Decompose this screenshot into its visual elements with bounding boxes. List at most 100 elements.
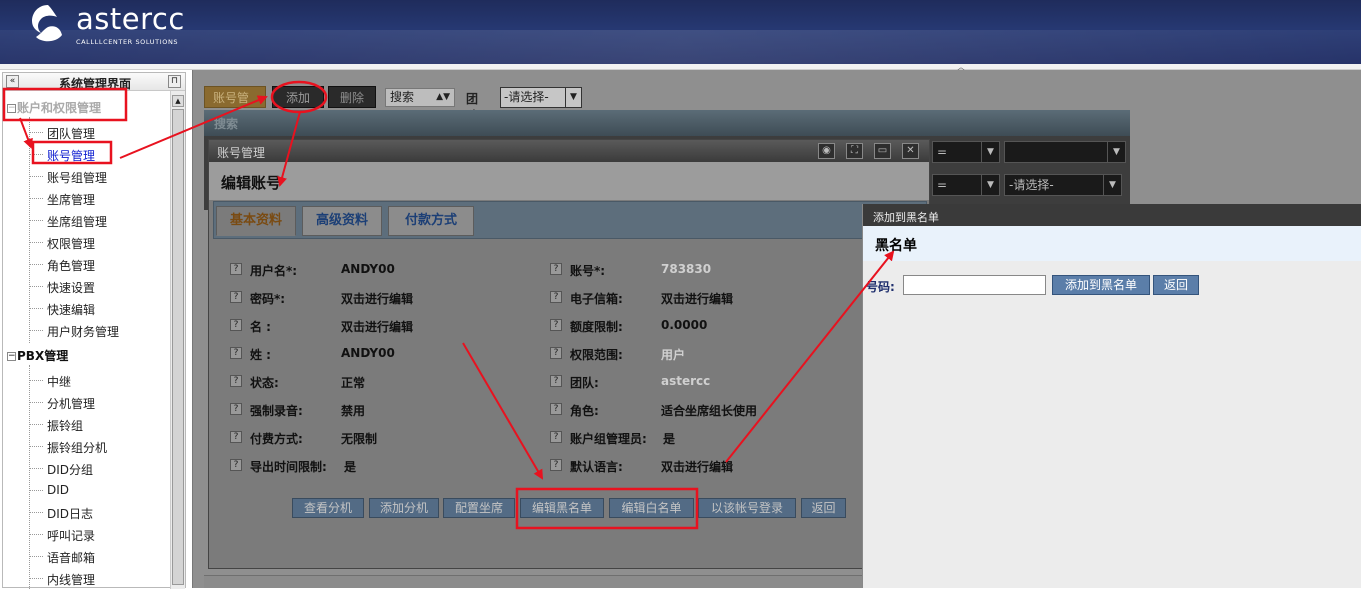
dialog-title: 账号管理	[217, 146, 266, 160]
sidebar-item-role[interactable]: 角色管理	[47, 257, 95, 274]
field-first-name[interactable]: ? 名 : 双击进行编辑	[230, 318, 530, 334]
add-button[interactable]: 添加	[272, 86, 324, 108]
search-value-select-2[interactable]: -请选择- ▼	[1004, 174, 1122, 196]
app-header: astercc CALLLLCENTER SOLUTIONS	[0, 0, 1361, 64]
back-button[interactable]: 返回	[801, 498, 846, 518]
tree-group-pbx[interactable]: −PBX管理	[7, 347, 68, 364]
sidebar-item-account[interactable]: 账号管理	[47, 147, 95, 164]
sidebar-item-ring-group-ext[interactable]: 振铃组分机	[47, 439, 107, 456]
chevron-down-icon: ▼	[981, 142, 999, 162]
help-icon[interactable]: ?	[550, 375, 562, 387]
number-label: 号码:	[866, 280, 895, 294]
help-icon[interactable]: ?	[550, 459, 562, 471]
sidebar-item-quick-edit[interactable]: 快速编辑	[47, 301, 95, 318]
chevron-down-icon: ▼	[1103, 175, 1121, 195]
search-select[interactable]: 搜索 ▲▼	[385, 88, 455, 107]
dialog-tabs: 基本资料 高级资料 付款方式	[213, 201, 927, 239]
search-panel-title: 搜索	[204, 110, 1130, 136]
help-icon[interactable]: ?	[230, 431, 242, 443]
sidebar-item-agent-group[interactable]: 坐席组管理	[47, 213, 107, 230]
field-payment-type[interactable]: ? 付费方式: 无限制	[230, 430, 530, 446]
help-icon[interactable]: ?	[550, 347, 562, 359]
minimize-icon[interactable]: ◉	[818, 143, 835, 159]
sidebar-tree: −账户和权限管理 团队管理 账号管理 账号组管理 坐席管理 坐席组管理 权限管理…	[3, 91, 170, 589]
sidebar-item-voicemail[interactable]: 语音邮箱	[47, 549, 95, 566]
dialog-titlebar: 账号管理 ◉ ⛶ ▭ ✕	[209, 140, 929, 162]
team-select[interactable]: -请选择- ▼	[500, 87, 582, 108]
help-icon[interactable]: ?	[550, 263, 562, 275]
configure-agent-button[interactable]: 配置坐席	[443, 498, 515, 518]
tab-basic-info[interactable]: 基本资料	[216, 206, 296, 236]
logo-icon	[32, 5, 62, 42]
blacklist-heading: 黑名单	[863, 226, 1361, 261]
help-icon[interactable]: ?	[230, 347, 242, 359]
sidebar-item-account-group[interactable]: 账号组管理	[47, 169, 107, 186]
help-icon[interactable]: ?	[550, 319, 562, 331]
tab-account-management[interactable]: 账号管理	[204, 86, 266, 127]
chevron-down-icon: ▼	[1107, 142, 1125, 162]
sidebar-item-agent[interactable]: 坐席管理	[47, 191, 95, 208]
pin-icon[interactable]: ⊓	[168, 75, 181, 88]
help-icon[interactable]: ?	[550, 403, 562, 415]
sidebar-item-internal-line[interactable]: 内线管理	[47, 571, 95, 588]
restore-icon[interactable]: ▭	[874, 143, 891, 159]
sidebar-item-did-log[interactable]: DID日志	[47, 505, 93, 522]
help-icon[interactable]: ?	[230, 291, 242, 303]
edit-whitelist-button[interactable]: 编辑白名单	[609, 498, 694, 518]
help-icon[interactable]: ?	[230, 319, 242, 331]
logo-text: astercc	[76, 2, 185, 36]
sidebar-header: « 系统管理界面 ⊓	[3, 73, 185, 91]
blacklist-back-button[interactable]: 返回	[1153, 275, 1199, 295]
add-extension-button[interactable]: 添加分机	[369, 498, 439, 518]
help-icon[interactable]: ?	[230, 459, 242, 471]
field-last-name[interactable]: ? 姓 : ANDY00	[230, 346, 530, 362]
close-icon[interactable]: ✕	[902, 143, 919, 159]
blacklist-panel: 添加到黑名单 黑名单 号码: 添加到黑名单 返回	[862, 204, 1361, 588]
dialog-heading: 编辑账号	[209, 162, 929, 200]
collapse-box-icon[interactable]: −	[7, 352, 16, 361]
chevron-down-icon: ▼	[981, 175, 999, 195]
field-export-time-limit[interactable]: ? 导出时间限制: 是	[230, 458, 530, 474]
edit-blacklist-button[interactable]: 编辑黑名单	[520, 498, 604, 518]
sidebar-item-call-records[interactable]: 呼叫记录	[47, 527, 95, 544]
sidebar-scrollbar[interactable]: ▲	[170, 91, 185, 589]
tab-payment-method[interactable]: 付款方式	[388, 206, 474, 236]
help-icon[interactable]: ?	[550, 431, 562, 443]
help-icon[interactable]: ?	[550, 291, 562, 303]
sidebar-item-did[interactable]: DID	[47, 483, 69, 497]
tab-advanced-info[interactable]: 高级资料	[302, 206, 382, 236]
sidebar-item-team[interactable]: 团队管理	[47, 125, 95, 142]
scrollbar-thumb[interactable]	[172, 109, 184, 585]
collapse-box-icon[interactable]: −	[7, 104, 16, 113]
search-value-select-1[interactable]: ▼	[1004, 141, 1126, 163]
add-to-blacklist-button[interactable]: 添加到黑名单	[1052, 275, 1150, 295]
help-icon[interactable]: ?	[230, 263, 242, 275]
sidebar-item-ring-group[interactable]: 振铃组	[47, 417, 83, 434]
field-force-record[interactable]: ? 强制录音: 禁用	[230, 402, 530, 418]
sidebar-item-trunk[interactable]: 中继	[47, 373, 71, 390]
field-status[interactable]: ? 状态: 正常	[230, 374, 530, 390]
sidebar: « 系统管理界面 ⊓ −账户和权限管理 团队管理 账号管理 账号组管理 坐席管理…	[2, 72, 186, 589]
chevron-down-icon: ▼	[565, 88, 581, 107]
number-input[interactable]	[903, 275, 1046, 295]
operator-select-2[interactable]: = ▼	[932, 174, 1000, 196]
tree-group-accounts[interactable]: −账户和权限管理	[7, 99, 101, 116]
delete-button[interactable]: 删除	[328, 86, 376, 108]
sidebar-item-extension[interactable]: 分机管理	[47, 395, 95, 412]
sidebar-item-quick-setup[interactable]: 快速设置	[47, 279, 95, 296]
blacklist-window-title: 添加到黑名单	[863, 204, 1361, 226]
sidebar-title: 系统管理界面	[58, 77, 131, 91]
view-extensions-button[interactable]: 查看分机	[292, 498, 364, 518]
updown-arrow-icon: ▲▼	[436, 92, 450, 102]
sidebar-item-user-finance[interactable]: 用户财务管理	[47, 323, 119, 340]
help-icon[interactable]: ?	[230, 403, 242, 415]
operator-select-1[interactable]: = ▼	[932, 141, 1000, 163]
sidebar-item-did-group[interactable]: DID分组	[47, 461, 93, 478]
help-icon[interactable]: ?	[230, 375, 242, 387]
scroll-up-icon[interactable]: ▲	[172, 95, 184, 107]
maximize-icon[interactable]: ⛶	[846, 143, 863, 159]
sidebar-item-permission[interactable]: 权限管理	[47, 235, 95, 252]
login-as-account-button[interactable]: 以该帐号登录	[698, 498, 796, 518]
field-password[interactable]: ? 密码*: 双击进行编辑	[230, 290, 530, 306]
field-username[interactable]: ? 用户名*: ANDY00	[230, 262, 530, 278]
